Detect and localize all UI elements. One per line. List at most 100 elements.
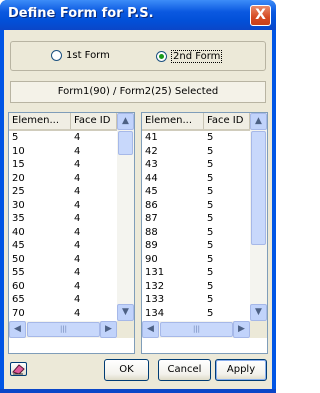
face-id-cell: 4 (74, 186, 81, 197)
table-row[interactable]: 45 5 (142, 185, 250, 199)
table-row[interactable]: 87 5 (142, 212, 250, 226)
face-id-cell: 5 (207, 186, 214, 197)
element-id-cell: 35 (12, 213, 25, 224)
table-row[interactable]: 44 5 (142, 172, 250, 186)
table-row[interactable]: 43 5 (142, 158, 250, 172)
element-id-cell: 90 (145, 253, 158, 265)
table-row[interactable]: 30 4 (9, 199, 117, 213)
table-row[interactable]: 45 4 (9, 239, 117, 253)
element-id-cell: 131 (145, 267, 165, 278)
table-row[interactable]: 25 4 (9, 185, 117, 199)
element-id-cell: 65 (12, 294, 25, 305)
element-id-cell: 42 (145, 145, 158, 157)
radio-button-icon[interactable] (51, 50, 62, 61)
table-row[interactable]: 89 5 (142, 239, 250, 253)
table-row[interactable]: 60 4 (9, 280, 117, 294)
table-row[interactable]: 133 5 (142, 293, 250, 307)
face-id-cell: 5 (207, 280, 214, 292)
scroll-right-icon[interactable]: ▶ (100, 321, 117, 338)
scroll-thumb[interactable] (118, 131, 133, 155)
radio-2nd-form-label[interactable]: 2nd Form (171, 50, 223, 63)
radio-1st-form-label[interactable]: 1st Form (66, 50, 110, 61)
face-id-cell: 4 (74, 240, 81, 251)
column-header-element[interactable]: Elemen... (9, 113, 71, 129)
close-button[interactable]: X (250, 5, 271, 26)
eraser-icon (12, 364, 25, 375)
radio-button-selected-icon[interactable] (156, 51, 167, 62)
horizontal-scroll-thumb[interactable]: ||| (160, 322, 233, 337)
table-row[interactable]: 41 5 (142, 131, 250, 145)
radio-2nd-form[interactable]: 2nd Form (156, 50, 223, 63)
face-id-cell: 4 (74, 132, 81, 143)
table-row[interactable]: 132 5 (142, 280, 250, 294)
scroll-up-icon[interactable]: ▲ (250, 113, 267, 130)
table-row[interactable]: 35 4 (9, 212, 117, 226)
element-id-cell: 55 (12, 267, 25, 278)
cancel-button[interactable]: Cancel (158, 359, 211, 381)
element-id-cell: 134 (145, 307, 165, 319)
table-row[interactable]: 55 4 (9, 266, 117, 280)
table-row[interactable]: 10 4 (9, 145, 117, 159)
scroll-right-icon[interactable]: ▶ (233, 321, 250, 338)
table-row[interactable]: 42 5 (142, 145, 250, 159)
face-id-cell: 5 (207, 132, 214, 143)
apply-button[interactable]: Apply (215, 359, 267, 381)
form1-list-header: Elemen... Face ID (9, 113, 117, 131)
ok-button[interactable]: OK (104, 359, 149, 381)
column-header-element[interactable]: Elemen... (142, 113, 204, 129)
face-id-cell: 4 (74, 307, 81, 319)
element-id-cell: 86 (145, 199, 158, 211)
horizontal-scroll-thumb[interactable]: ||| (27, 322, 100, 337)
scroll-down-icon[interactable]: ▼ (250, 304, 267, 321)
element-id-cell: 70 (12, 307, 25, 319)
table-row[interactable]: 20 4 (9, 172, 117, 186)
face-id-cell: 5 (207, 294, 214, 305)
scroll-left-icon[interactable]: ◀ (142, 321, 159, 338)
form2-horizontal-scrollbar[interactable]: ◀ ||| ▶ (142, 321, 250, 338)
form1-list[interactable]: Elemen... Face ID 5 4 10 4 15 4 20 4 25 4 30 4 35 4 40… (8, 112, 135, 354)
radio-1st-form[interactable]: 1st Form (51, 50, 110, 61)
table-row[interactable]: 40 4 (9, 226, 117, 240)
table-row[interactable]: 90 5 (142, 253, 250, 267)
face-id-cell: 4 (74, 145, 81, 157)
table-row[interactable]: 131 5 (142, 266, 250, 280)
form-choice-group: 1st Form 2nd Form (10, 41, 266, 71)
table-row[interactable]: 65 4 (9, 293, 117, 307)
table-row[interactable]: 15 4 (9, 158, 117, 172)
table-row[interactable]: 86 5 (142, 199, 250, 213)
scroll-down-icon[interactable]: ▼ (117, 304, 134, 321)
element-id-cell: 5 (12, 132, 19, 143)
element-id-cell: 45 (12, 240, 25, 251)
column-header-face-id[interactable]: Face ID (204, 113, 250, 129)
table-row[interactable]: 134 5 (142, 307, 250, 321)
table-row[interactable]: 88 5 (142, 226, 250, 240)
element-id-cell: 43 (145, 159, 158, 170)
face-id-cell: 5 (207, 307, 214, 319)
column-header-face-id[interactable]: Face ID (71, 113, 117, 129)
scroll-corner (250, 321, 267, 338)
element-id-cell: 132 (145, 280, 165, 292)
form1-vertical-scrollbar[interactable]: ▲ ▼ (117, 113, 134, 321)
face-id-cell: 5 (207, 240, 214, 251)
form1-horizontal-scrollbar[interactable]: ◀ ||| ▶ (9, 321, 117, 338)
selection-status: Form1(90) / Form2(25) Selected (10, 81, 266, 103)
table-row[interactable]: 54 (9, 131, 117, 145)
window-title: Define Form for P.S. (8, 6, 154, 21)
title-bar[interactable]: Define Form for P.S. X (0, 0, 276, 30)
face-id-cell: 4 (74, 253, 81, 265)
eraser-button[interactable] (10, 362, 27, 376)
face-id-cell: 5 (207, 159, 214, 170)
table-row[interactable]: 50 4 (9, 253, 117, 267)
element-id-cell: 44 (145, 172, 158, 184)
element-id-cell: 40 (12, 226, 25, 238)
dialog-client: 1st Form 2nd Form Form1(90) / Form2(25) … (4, 30, 272, 389)
scroll-thumb[interactable] (251, 131, 266, 245)
form2-vertical-scrollbar[interactable]: ▲ ▼ (250, 113, 267, 321)
scroll-left-icon[interactable]: ◀ (9, 321, 26, 338)
form1-rows: 5 4 10 4 15 4 20 4 25 4 30 4 35 4 40 4 45 4 50 4 55 4 60 4 65 4 70… (9, 131, 117, 320)
form2-list[interactable]: Elemen... Face ID 41 5 42 5 43 5 44 5 45 5 86 5 87 5 8… (141, 112, 268, 354)
scroll-up-icon[interactable]: ▲ (117, 113, 134, 130)
table-row[interactable]: 70 4 (9, 307, 117, 321)
element-id-cell: 20 (12, 172, 25, 184)
face-id-cell: 5 (207, 226, 214, 238)
